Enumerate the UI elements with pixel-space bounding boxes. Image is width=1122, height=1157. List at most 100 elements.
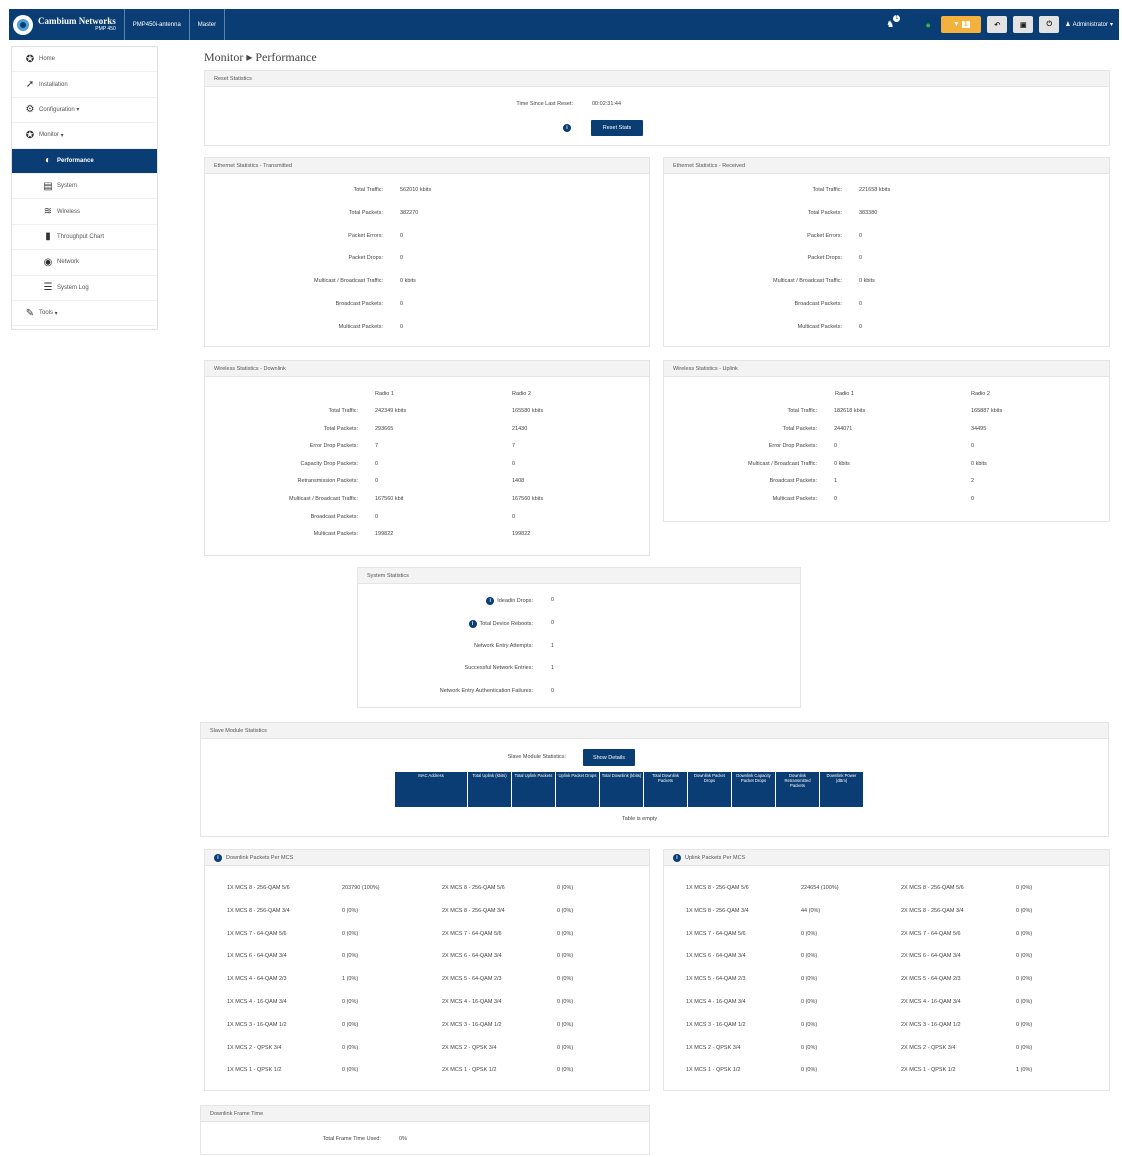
stat-label: Network Entry Attempts:: [474, 642, 533, 649]
sidebar-item-monitor[interactable]: ✪ Monitor ▾: [12, 123, 157, 149]
monitor-icon: ✪: [25, 129, 35, 141]
undo-icon: ↶: [994, 21, 1001, 29]
radio-1-value: 244071: [834, 425, 853, 432]
gear-icon: ⚙: [25, 104, 35, 116]
mcs-label: 2X MCS 2 - QPSK 3/4: [901, 1044, 956, 1051]
user-menu[interactable]: ♟ Administrator ▾: [1065, 21, 1113, 29]
column-header[interactable]: Total Downlink Packets: [643, 771, 688, 808]
mcs-value: 224654 (100%): [801, 885, 839, 891]
brand[interactable]: Cambium Networks PMP 450: [9, 9, 125, 40]
column-header[interactable]: MAC Address: [394, 771, 468, 808]
mcs-label: 2X MCS 6 - 64-QAM 3/4: [442, 953, 502, 960]
stat-value: 0: [551, 688, 555, 695]
sidebar-item-installation[interactable]: ➚ Installation: [12, 72, 157, 98]
mcs-value: 0 (0%): [1016, 1021, 1033, 1028]
time-since-reset-value: 00:02:31:44: [592, 101, 622, 107]
radio-2-value: 7: [512, 443, 516, 450]
stat-label: Total Traffic:: [812, 187, 842, 193]
sidebar-item-home[interactable]: ✪ Home: [12, 47, 157, 73]
mcs-label: 2X MCS 8 - 256-QAM 3/4: [901, 907, 964, 914]
sidebar-item-system-log[interactable]: ☰ System Log: [12, 276, 157, 301]
stat-value: 0: [400, 323, 404, 330]
stat-label: Total Packets:: [807, 209, 842, 216]
downlink-frame-time-panel: Downlink Frame Time Total Frame Time Use…: [200, 1105, 650, 1155]
mcs-value: 0 (0%): [342, 1044, 359, 1051]
panel-title: System Statistics: [358, 568, 800, 584]
mcs-label: 2X MCS 8 - 256-QAM 5/6: [442, 885, 505, 891]
mcs-label: 2X MCS 1 - QPSK 1/2: [442, 1067, 497, 1074]
stat-value: 1: [551, 642, 555, 649]
stat-label: Successful Network Entries:: [464, 665, 533, 672]
stat-label: Multicast Packets:: [797, 323, 842, 330]
sidebar-item-wireless[interactable]: ≋ Wireless: [12, 199, 157, 225]
warning-button[interactable]: ▼ 1: [941, 16, 982, 33]
mcs-label: 1X MCS 6 - 64-QAM 3/4: [227, 953, 287, 960]
radio-1-value: 0: [375, 478, 379, 485]
save-button[interactable]: ▣: [1013, 16, 1034, 33]
stat-value: 0: [859, 255, 863, 262]
stat-label: Error Drop Packets:: [309, 443, 358, 450]
radio-1-value: 7: [375, 443, 379, 450]
globe-status-icon[interactable]: ●: [921, 18, 935, 32]
stat-value: 221658 kbits: [859, 187, 891, 193]
mcs-label: 2X MCS 2 - QPSK 3/4: [442, 1044, 497, 1051]
user-icon: ♟: [1065, 22, 1071, 28]
mcs-value: 0 (0%): [557, 1067, 574, 1074]
stat-label: Total Packets:: [323, 425, 358, 432]
radio-2-value: 0 kbits: [971, 460, 987, 467]
info-icon[interactable]: i: [468, 619, 477, 628]
info-icon[interactable]: i: [486, 597, 495, 605]
radio-1-value: 0: [375, 460, 379, 467]
column-header[interactable]: Downlink Retransmitted Packets: [775, 771, 820, 808]
sidebar-item-system[interactable]: ▤ System: [12, 174, 157, 200]
info-icon[interactable]: i: [563, 124, 571, 132]
alert-user-icon[interactable]: ♞ 1: [883, 14, 901, 32]
column-header[interactable]: Uplink Packet Drops: [555, 771, 600, 808]
column-header[interactable]: Total Uplink (kbits): [467, 771, 512, 808]
stat-value: 0 kbits: [859, 278, 875, 285]
reset-stats-button[interactable]: Reset Stats: [591, 120, 643, 136]
info-icon[interactable]: i: [673, 853, 681, 862]
device-name: PMP450i-antenna: [125, 9, 190, 40]
panel-title: Reset Statistics: [205, 71, 1109, 87]
sidebar-item-performance[interactable]: ◐ Performance: [12, 148, 157, 174]
mcs-label: 2X MCS 8 - 256-QAM 5/6: [901, 885, 964, 891]
radio-1-value: 0 kbits: [834, 460, 850, 467]
column-header[interactable]: Total Downlink (kbits): [599, 771, 644, 808]
undo-button[interactable]: ↶: [987, 16, 1008, 33]
column-header[interactable]: Downlink Power (dBm): [819, 771, 864, 808]
stat-value: 0: [551, 597, 555, 603]
radio-2-value: 0: [512, 513, 516, 520]
column-header[interactable]: Total Uplink Packets: [511, 771, 556, 808]
uplink-mcs-panel: i Uplink Packets Per MCS 1X MCS 8 - 256-Q…: [663, 849, 1110, 1091]
info-icon[interactable]: i: [214, 853, 222, 862]
panel-title: Wireless Statistics - Downlink: [205, 361, 649, 377]
mcs-value: 0 (0%): [801, 976, 818, 983]
sidebar-item-configuration[interactable]: ⚙ Configuration ▾: [12, 98, 157, 124]
mcs-value: 0 (0%): [557, 999, 574, 1005]
chart-icon: ▮: [45, 231, 51, 243]
sidebar-item-network[interactable]: ◉ Network: [12, 250, 157, 276]
mcs-value: 0 (0%): [1016, 907, 1033, 914]
stat-label: Packet Drops:: [807, 255, 842, 262]
time-since-reset-label: Time Since Last Reset:: [516, 101, 573, 107]
radio-2-header: Radio 2: [512, 391, 531, 397]
mcs-value: 0 (0%): [801, 930, 818, 937]
mcs-value: 0 (0%): [801, 1044, 818, 1051]
reboot-button[interactable]: ⏻: [1039, 16, 1060, 33]
mcs-label: 2X MCS 5 - 64-QAM 2/3: [442, 976, 502, 983]
mcs-label: 2X MCS 7 - 64-QAM 5/6: [442, 930, 502, 937]
radio-2-value: 0: [971, 443, 975, 450]
stat-value: 382270: [400, 209, 419, 216]
panel-title: Ethernet Statistics - Received: [664, 158, 1109, 174]
mcs-value: 44 (0%): [801, 907, 821, 914]
sidebar-item-throughput-chart[interactable]: ▮ Throughput Chart: [12, 225, 157, 251]
column-header[interactable]: Downlink Capacity Packet Drops: [731, 771, 776, 808]
ethernet-received-panel: Ethernet Statistics - Received Total Tra…: [663, 157, 1110, 347]
column-header[interactable]: Downlink Packet Drops: [687, 771, 732, 808]
stat-label: Total Traffic:: [353, 187, 383, 193]
mcs-value: 0 (0%): [1016, 1044, 1033, 1051]
stat-label: Total Packets:: [348, 209, 383, 216]
show-details-button[interactable]: Show Details: [583, 749, 635, 766]
sidebar-item-tools[interactable]: ✎ Tools ▾: [12, 301, 157, 327]
